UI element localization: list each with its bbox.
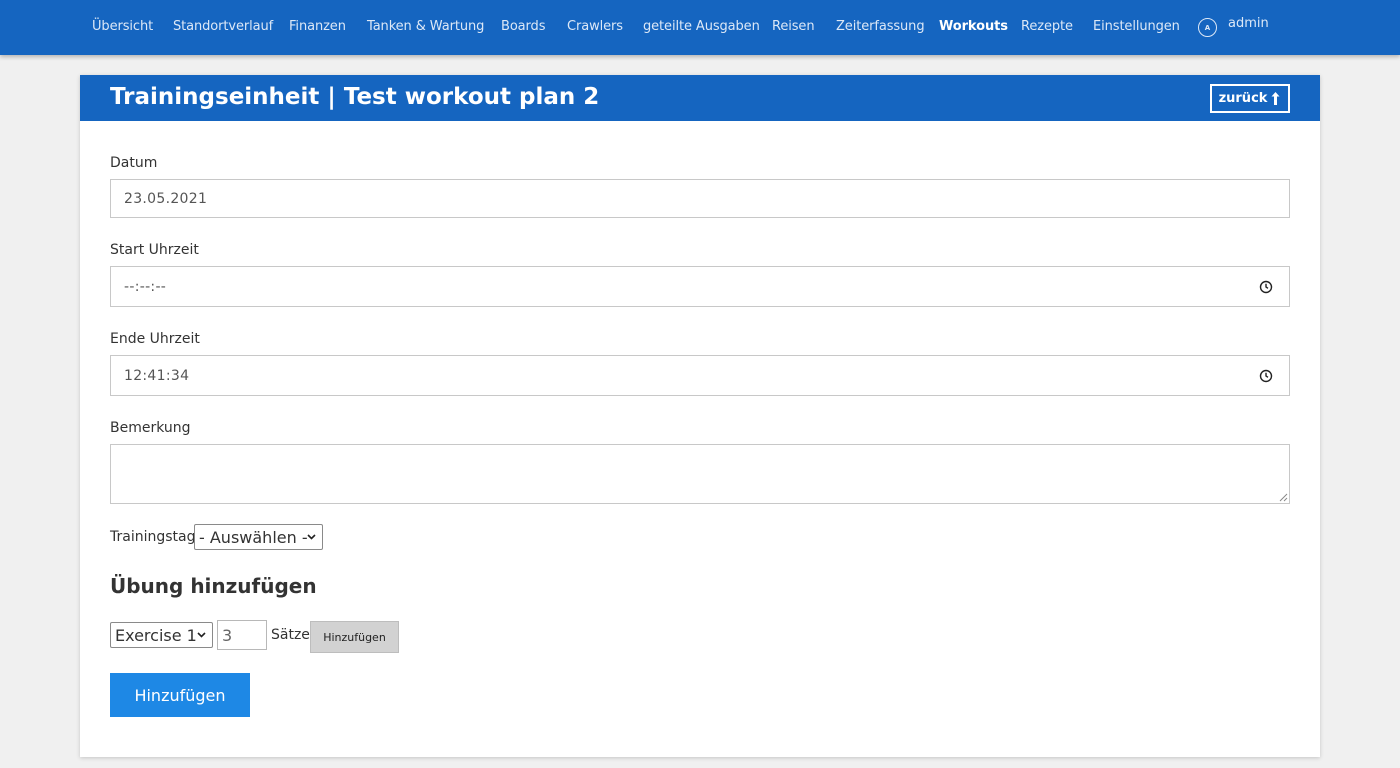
- nav-item-geteilte-ausgaben[interactable]: geteilte Ausgaben: [643, 19, 760, 34]
- training-day-label: Trainingstag: [110, 529, 196, 545]
- user-name-link[interactable]: admin: [1228, 16, 1269, 31]
- nav-item-tanken-wartung[interactable]: Tanken & Wartung: [367, 19, 484, 34]
- nav-item-zeiterfassung[interactable]: Zeiterfassung: [836, 19, 925, 34]
- nav-item-uebersicht[interactable]: Übersicht: [92, 19, 153, 34]
- chevron-down-icon: [197, 632, 206, 638]
- exercise-selected: Exercise 1: [115, 625, 197, 645]
- date-label: Datum: [110, 155, 158, 171]
- resize-handle-icon[interactable]: [1278, 492, 1288, 502]
- date-value: 23.05.2021: [124, 190, 208, 207]
- user-avatar-icon[interactable]: A: [1198, 18, 1217, 37]
- nav-item-standortverlauf[interactable]: Standortverlauf: [173, 19, 273, 34]
- sets-value: 3: [222, 625, 233, 645]
- sets-input[interactable]: 3: [217, 620, 267, 650]
- note-textarea[interactable]: [110, 444, 1290, 504]
- chevron-down-icon: [307, 534, 316, 540]
- start-time-input[interactable]: --:--:--: [110, 266, 1290, 307]
- arrow-up-icon: [1271, 92, 1280, 105]
- training-session-card: Trainingseinheit | Test workout plan 2 z…: [80, 75, 1320, 757]
- training-day-select[interactable]: - Auswählen -: [194, 524, 323, 550]
- nav-item-workouts[interactable]: Workouts: [939, 19, 1008, 34]
- training-day-selected: - Auswählen -: [199, 527, 308, 547]
- add-exercise-heading: Übung hinzufügen: [110, 574, 317, 598]
- clock-icon[interactable]: [1259, 369, 1273, 383]
- sets-label: Sätze: [271, 627, 310, 643]
- date-input[interactable]: 23.05.2021: [110, 179, 1290, 218]
- top-navigation: Übersicht Standortverlauf Finanzen Tanke…: [0, 0, 1400, 55]
- page-title: Trainingseinheit | Test workout plan 2: [110, 84, 600, 110]
- nav-item-boards[interactable]: Boards: [501, 19, 545, 34]
- add-exercise-button[interactable]: Hinzufügen: [310, 621, 399, 653]
- clock-icon[interactable]: [1259, 280, 1273, 294]
- nav-item-einstellungen[interactable]: Einstellungen: [1093, 19, 1180, 34]
- nav-item-reisen[interactable]: Reisen: [772, 19, 815, 34]
- exercise-select[interactable]: Exercise 1: [110, 622, 213, 648]
- nav-item-finanzen[interactable]: Finanzen: [289, 19, 346, 34]
- nav-item-crawlers[interactable]: Crawlers: [567, 19, 623, 34]
- end-time-value: 12:41:34: [124, 367, 190, 384]
- card-header: Trainingseinheit | Test workout plan 2 z…: [80, 75, 1320, 121]
- nav-item-rezepte[interactable]: Rezepte: [1021, 19, 1073, 34]
- back-button[interactable]: zurück: [1210, 84, 1290, 113]
- note-label: Bemerkung: [110, 420, 191, 436]
- back-button-label: zurück: [1218, 91, 1268, 106]
- start-time-label: Start Uhrzeit: [110, 242, 199, 258]
- start-time-value: --:--:--: [124, 278, 167, 295]
- submit-button[interactable]: Hinzufügen: [110, 673, 250, 717]
- end-time-label: Ende Uhrzeit: [110, 331, 200, 347]
- end-time-input[interactable]: 12:41:34: [110, 355, 1290, 396]
